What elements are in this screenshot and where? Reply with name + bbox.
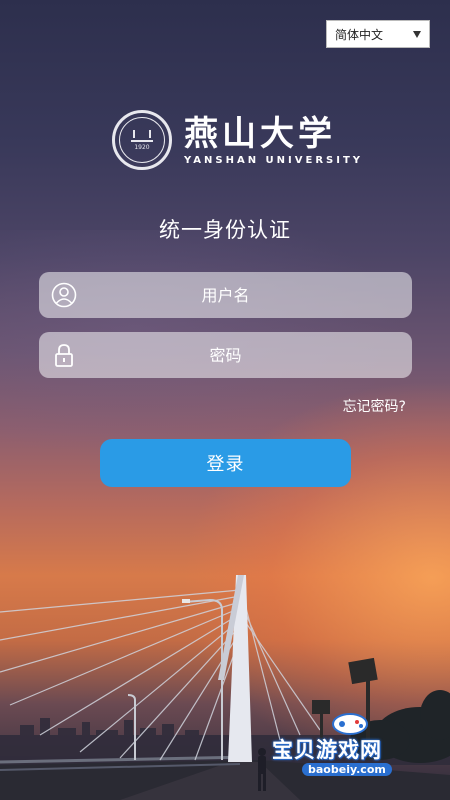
username-field	[39, 271, 412, 319]
password-input[interactable]	[39, 331, 412, 379]
password-field	[39, 331, 412, 379]
language-select[interactable]: 简体中文	[326, 20, 430, 48]
university-seal-icon: 1920	[112, 110, 172, 170]
site-watermark: 宝贝游戏网 baobeiy.com	[272, 713, 422, 788]
page-title: 统一身份认证	[159, 218, 291, 242]
watermark-text: 宝贝游戏网	[272, 738, 382, 762]
username-input[interactable]	[39, 271, 412, 319]
university-name-en: YANSHAN UNIVERSITY	[184, 154, 364, 166]
university-logo: 1920 燕山大学 YANSHAN UNIVERSITY	[112, 110, 363, 170]
language-selected-label: 简体中文	[335, 27, 384, 42]
lock-icon	[55, 344, 73, 367]
forgot-password-link[interactable]: 忘记密码?	[343, 396, 406, 416]
login-button[interactable]: 登录	[100, 439, 351, 487]
dropdown-arrow-icon	[413, 30, 421, 38]
login-screen: 简体中文 1920 燕山大学 YANSHAN UNIVERSITY 统一身份认证	[0, 0, 450, 800]
university-name-cn: 燕山大学	[184, 113, 336, 154]
watermark-url: baobeiy.com	[302, 763, 392, 776]
gamepad-icon	[332, 713, 368, 735]
user-icon	[51, 282, 77, 308]
